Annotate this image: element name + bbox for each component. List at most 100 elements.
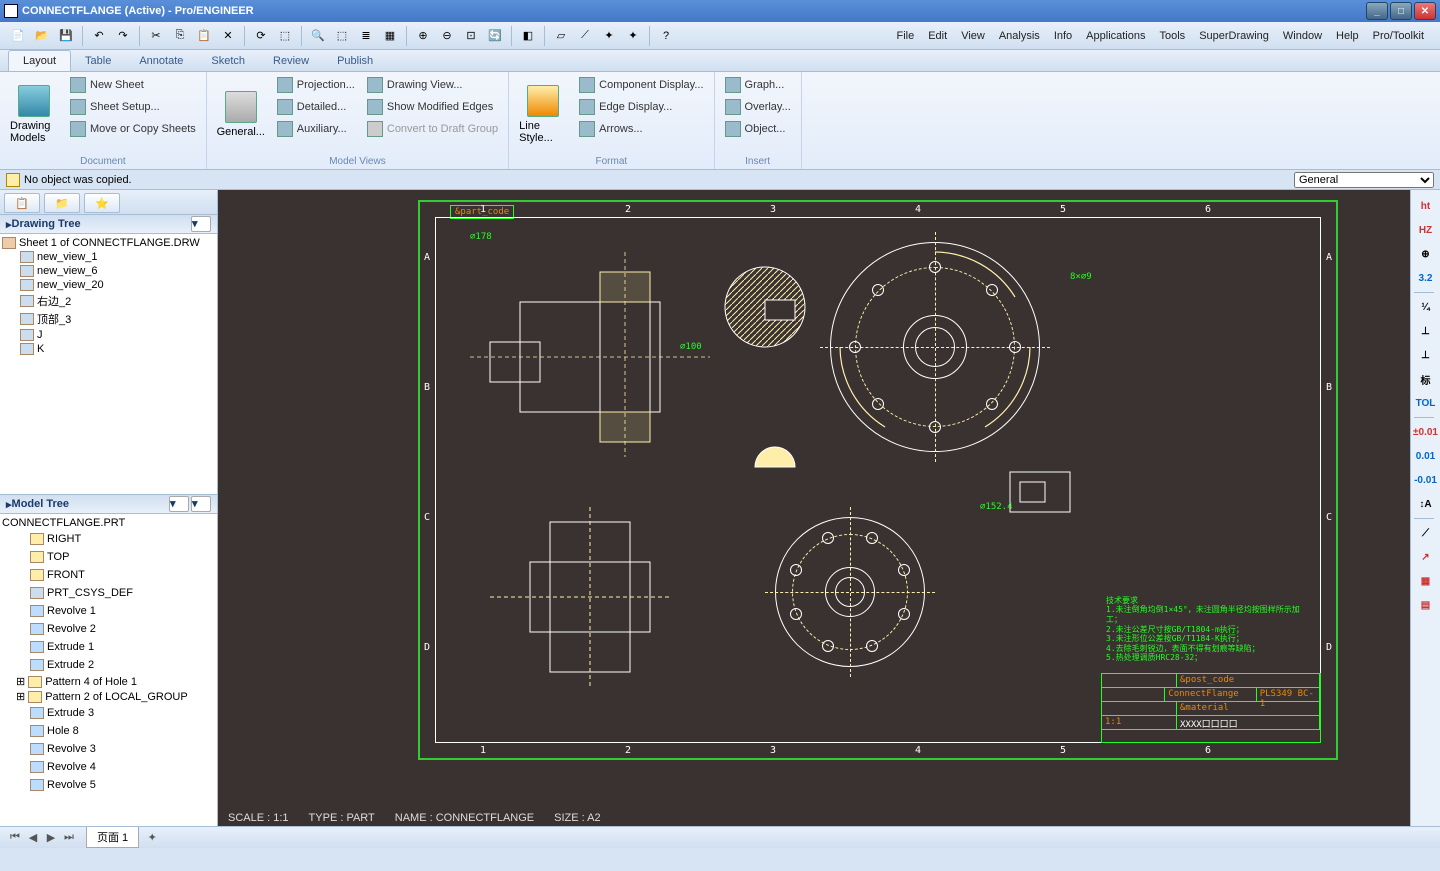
- menu-analysis[interactable]: Analysis: [999, 30, 1040, 42]
- right-tool-9[interactable]: ±0.01: [1414, 420, 1438, 444]
- model-tree-item[interactable]: ⊞ Pattern 2 of LOCAL_GROUP: [2, 689, 215, 704]
- model-tree-item[interactable]: Revolve 2: [2, 620, 215, 638]
- sheet-setup-button[interactable]: Sheet Setup...: [66, 97, 200, 117]
- cut-icon[interactable]: ✂: [145, 25, 167, 47]
- menu-protoolkit[interactable]: Pro/Toolkit: [1373, 30, 1424, 42]
- filter-dropdown[interactable]: General: [1294, 172, 1434, 188]
- sheet-tab-1[interactable]: 页面 1: [86, 827, 139, 848]
- menu-help[interactable]: Help: [1336, 30, 1359, 42]
- drawing-view-button[interactable]: Drawing View...: [363, 75, 502, 95]
- model-tree-item[interactable]: ⊞ Pattern 4 of Hole 1: [2, 674, 215, 689]
- model-tree-item[interactable]: Revolve 5: [2, 776, 215, 794]
- refit-icon[interactable]: ⬚: [274, 25, 296, 47]
- first-sheet-button[interactable]: ⏮: [6, 830, 24, 846]
- drawing-tree-item[interactable]: 右边_2: [2, 292, 215, 310]
- model-tree-item[interactable]: FRONT: [2, 566, 215, 584]
- tab-annotate[interactable]: Annotate: [125, 51, 197, 71]
- show-modified-edges-button[interactable]: Show Modified Edges: [363, 97, 502, 117]
- menu-window[interactable]: Window: [1283, 30, 1322, 42]
- right-tool-3[interactable]: 3.2: [1414, 266, 1438, 290]
- new-icon[interactable]: 📄: [7, 25, 29, 47]
- paste-icon[interactable]: 📋: [193, 25, 215, 47]
- model-tree[interactable]: CONNECTFLANGE.PRT RIGHT TOP FRONT PRT_CS…: [0, 514, 217, 826]
- general-view-button[interactable]: General...: [213, 75, 269, 154]
- model-tree-item[interactable]: Revolve 4: [2, 758, 215, 776]
- select-icon[interactable]: ⬚: [331, 25, 353, 47]
- prev-sheet-button[interactable]: ◀: [24, 830, 42, 846]
- undo-icon[interactable]: ↶: [88, 25, 110, 47]
- drawing-tree-item[interactable]: K: [2, 342, 215, 356]
- save-icon[interactable]: 💾: [55, 25, 77, 47]
- drawing-tree-item[interactable]: J: [2, 328, 215, 342]
- right-tool-5[interactable]: ⊥: [1414, 319, 1438, 343]
- right-tool-11[interactable]: -0.01: [1414, 468, 1438, 492]
- layers-icon[interactable]: ≣: [355, 25, 377, 47]
- minimize-button[interactable]: _: [1366, 2, 1388, 20]
- datum-plane-icon[interactable]: ▱: [550, 25, 572, 47]
- datum-csys-icon[interactable]: ✦: [622, 25, 644, 47]
- new-sheet-button[interactable]: New Sheet: [66, 75, 200, 95]
- menu-info[interactable]: Info: [1054, 30, 1072, 42]
- shade-icon[interactable]: ◧: [517, 25, 539, 47]
- nav-tab-folder[interactable]: 📁: [44, 193, 80, 213]
- drawing-tree-item[interactable]: new_view_6: [2, 264, 215, 278]
- open-icon[interactable]: 📂: [31, 25, 53, 47]
- tab-review[interactable]: Review: [259, 51, 323, 71]
- model-tree-item[interactable]: TOP: [2, 548, 215, 566]
- menu-edit[interactable]: Edit: [928, 30, 947, 42]
- spin-icon[interactable]: 🔄: [484, 25, 506, 47]
- model-tree-show-button[interactable]: ▾: [169, 496, 189, 512]
- close-button[interactable]: ✕: [1414, 2, 1436, 20]
- overlay-button[interactable]: Overlay...: [721, 97, 795, 117]
- next-sheet-button[interactable]: ▶: [42, 830, 60, 846]
- datum-axis-icon[interactable]: ⟋: [574, 25, 596, 47]
- model-tree-item[interactable]: Extrude 1: [2, 638, 215, 656]
- edge-display-button[interactable]: Edge Display...: [575, 97, 707, 117]
- right-tool-4[interactable]: ¼: [1414, 295, 1438, 319]
- tab-publish[interactable]: Publish: [323, 51, 387, 71]
- drawing-canvas[interactable]: &part_code 123456123456ABCDABCD: [218, 190, 1410, 826]
- right-tool-0[interactable]: ht: [1414, 194, 1438, 218]
- model-tree-item[interactable]: Extrude 3: [2, 704, 215, 722]
- model-tree-item[interactable]: RIGHT: [2, 530, 215, 548]
- tab-table[interactable]: Table: [71, 51, 125, 71]
- model-tree-item[interactable]: Extrude 2: [2, 656, 215, 674]
- move-copy-sheets-button[interactable]: Move or Copy Sheets: [66, 119, 200, 139]
- right-tool-16[interactable]: ▤: [1414, 593, 1438, 617]
- redo-icon[interactable]: ↷: [112, 25, 134, 47]
- right-tool-7[interactable]: 标: [1414, 367, 1438, 391]
- auxiliary-button[interactable]: Auxiliary...: [273, 119, 359, 139]
- nav-tab-fav[interactable]: ⭐: [84, 193, 120, 213]
- menu-tools[interactable]: Tools: [1160, 30, 1186, 42]
- tab-layout[interactable]: Layout: [8, 50, 71, 71]
- regen-icon[interactable]: ⟳: [250, 25, 272, 47]
- right-tool-12[interactable]: ↕A: [1414, 492, 1438, 516]
- delete-icon[interactable]: ✕: [217, 25, 239, 47]
- detailed-button[interactable]: Detailed...: [273, 97, 359, 117]
- maximize-button[interactable]: □: [1390, 2, 1412, 20]
- arrows-button[interactable]: Arrows...: [575, 119, 707, 139]
- right-tool-2[interactable]: ⊕: [1414, 242, 1438, 266]
- menu-applications[interactable]: Applications: [1086, 30, 1145, 42]
- menu-superdrawing[interactable]: SuperDrawing: [1199, 30, 1269, 42]
- right-tool-1[interactable]: HZ: [1414, 218, 1438, 242]
- right-tool-6[interactable]: ⊥: [1414, 343, 1438, 367]
- drawing-models-button[interactable]: Drawing Models: [6, 75, 62, 154]
- zoom-in-icon[interactable]: ⊕: [412, 25, 434, 47]
- new-sheet-tab-button[interactable]: ✦: [143, 830, 161, 846]
- datum-point-icon[interactable]: ✦: [598, 25, 620, 47]
- menu-file[interactable]: File: [896, 30, 914, 42]
- model-tree-item[interactable]: Revolve 3: [2, 740, 215, 758]
- right-tool-8[interactable]: TOL: [1414, 391, 1438, 415]
- find-icon[interactable]: 🔍: [307, 25, 329, 47]
- model-tree-settings-button[interactable]: ▾: [191, 496, 211, 512]
- graph-button[interactable]: Graph...: [721, 75, 795, 95]
- menu-view[interactable]: View: [961, 30, 985, 42]
- tab-sketch[interactable]: Sketch: [197, 51, 259, 71]
- model-tree-item[interactable]: Hole 8: [2, 722, 215, 740]
- object-button[interactable]: Object...: [721, 119, 795, 139]
- last-sheet-button[interactable]: ⏭: [60, 830, 78, 846]
- drawing-tree-item[interactable]: 顶部_3: [2, 310, 215, 328]
- drawing-tree-settings-button[interactable]: ▾: [191, 216, 211, 232]
- line-style-button[interactable]: Line Style...: [515, 75, 571, 154]
